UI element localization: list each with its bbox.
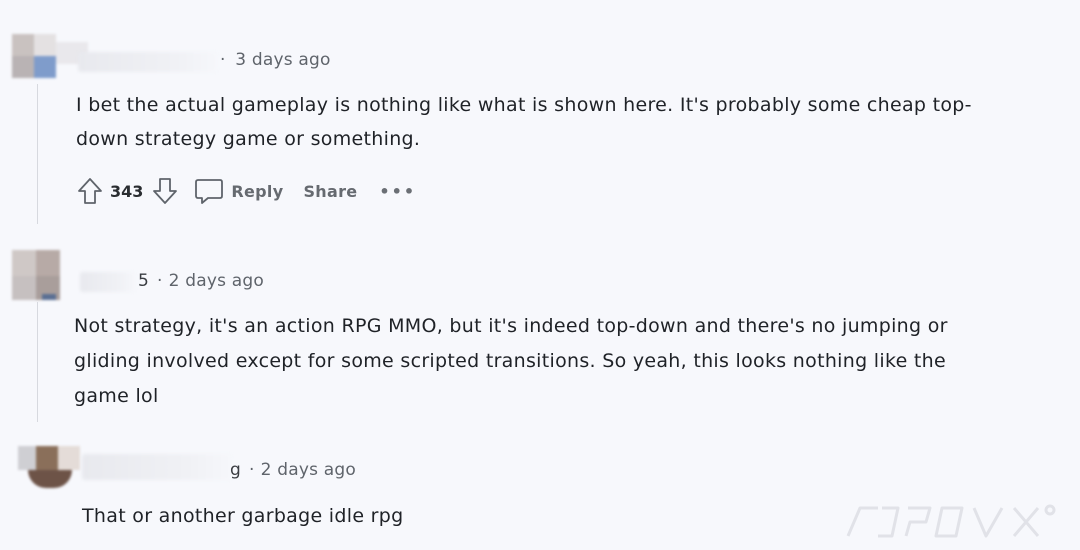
username-blurred[interactable] — [78, 52, 218, 72]
comment-body-line: I bet the actual gameplay is nothing lik… — [76, 94, 972, 116]
comment-body-line: game lol — [74, 385, 159, 407]
speech-bubble-icon[interactable] — [193, 175, 225, 207]
more-options-icon[interactable]: ••• — [379, 182, 416, 201]
comment-thread: · 3 days ago I bet the actual gameplay i… — [0, 0, 1080, 550]
avatar[interactable] — [12, 250, 60, 300]
username-blurred[interactable] — [80, 272, 136, 292]
avatar[interactable] — [12, 34, 88, 78]
timestamp[interactable]: 2 days ago — [169, 271, 264, 291]
separator: · — [220, 50, 226, 70]
username-suffix[interactable]: g — [230, 460, 241, 480]
comment-meta: · 3 days ago — [220, 50, 331, 70]
comment-meta: 5 · 2 days ago — [138, 271, 264, 291]
thread-line[interactable] — [37, 302, 38, 422]
username-blurred[interactable] — [82, 454, 232, 480]
comment-actions: 343 Reply Share ••• — [74, 175, 416, 207]
timestamp[interactable]: 3 days ago — [235, 50, 330, 70]
comment-body: I bet the actual gameplay is nothing lik… — [76, 88, 1056, 156]
comment-body-line: down strategy game or something. — [76, 128, 421, 150]
arrow-up-icon[interactable] — [74, 175, 106, 207]
comment-body-line: Not strategy, it's an action RPG MMO, bu… — [74, 315, 948, 337]
comment-body-line: gliding involved except for some scripte… — [74, 350, 946, 372]
arrow-down-icon[interactable] — [149, 175, 181, 207]
comment-meta: g · 2 days ago — [230, 460, 356, 480]
separator: · — [249, 460, 255, 480]
comment-body: Not strategy, it's an action RPG MMO, bu… — [74, 309, 1064, 414]
watermark-logo — [846, 504, 1056, 538]
reply-button[interactable]: Reply — [231, 182, 283, 201]
timestamp[interactable]: 2 days ago — [261, 460, 356, 480]
separator: · — [157, 271, 163, 291]
thread-line[interactable] — [37, 84, 38, 224]
share-button[interactable]: Share — [303, 182, 357, 201]
avatar[interactable] — [18, 446, 80, 492]
vote-count: 343 — [110, 181, 144, 201]
username-suffix[interactable]: 5 — [138, 271, 149, 291]
